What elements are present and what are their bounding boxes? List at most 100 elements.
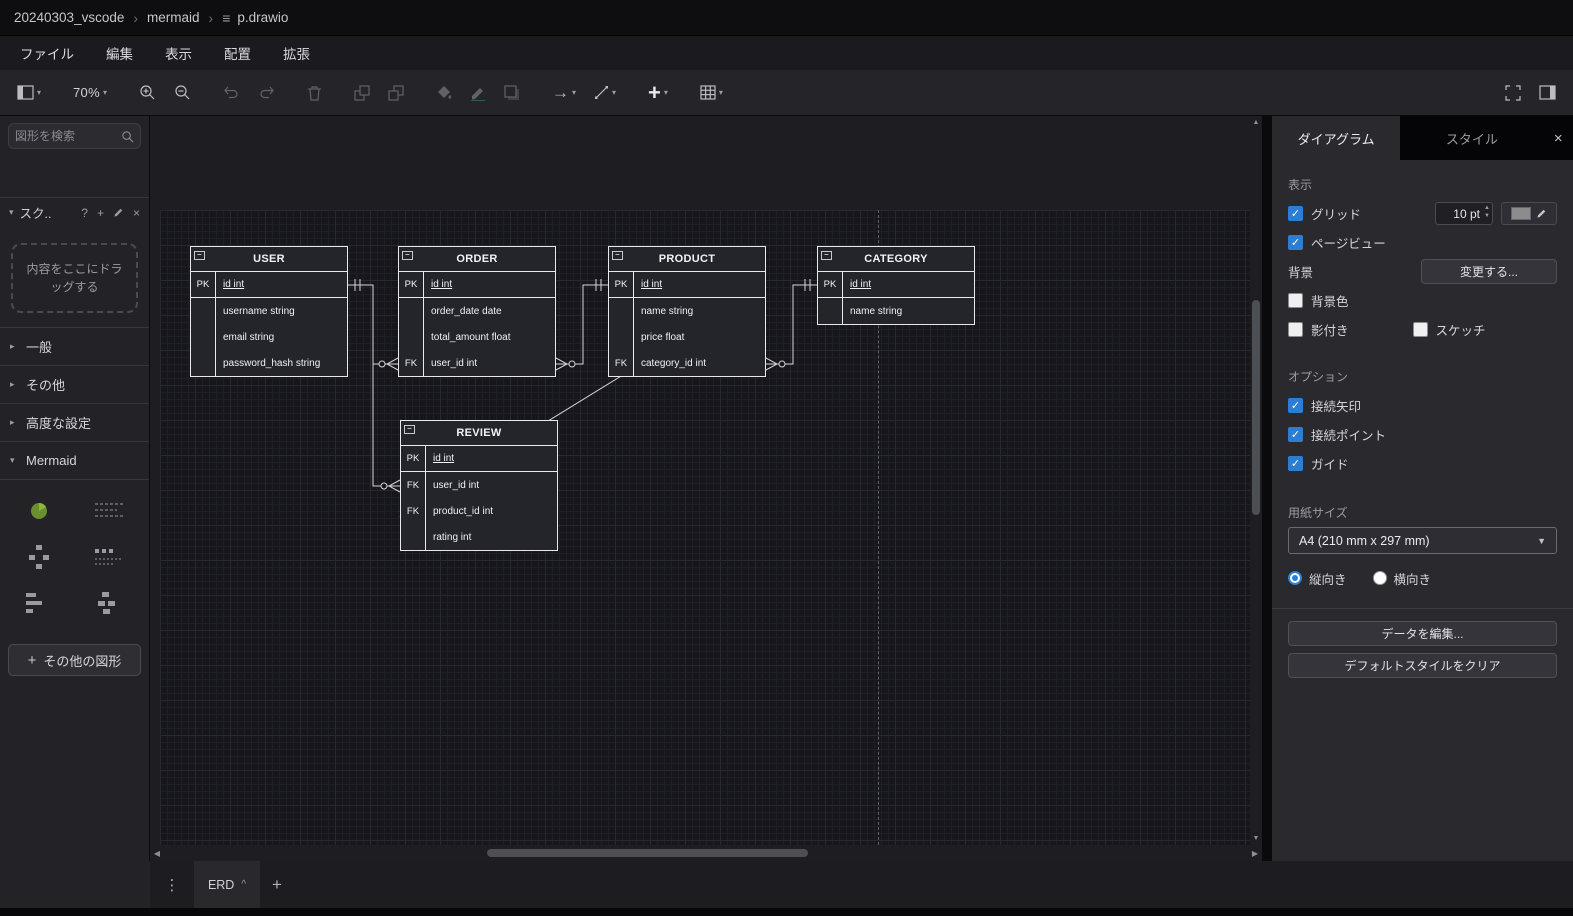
page-view-checkbox[interactable]: ✓ [1288,235,1303,250]
tab-style[interactable]: スタイル [1400,116,1544,160]
vertical-scrollbar[interactable]: ▲ ▼ [1250,116,1262,845]
chevron-down-icon[interactable]: ▾ [9,207,14,218]
scratchpad-close-icon[interactable]: × [133,206,140,220]
change-background-button[interactable]: 変更する... [1421,259,1557,284]
clear-default-style-button[interactable]: デフォルトスタイルをクリア [1288,653,1557,678]
shape-thumb-pie[interactable] [6,490,73,532]
connection-points-checkbox[interactable]: ✓ [1288,427,1303,442]
entity-row[interactable]: FK user_id int [399,350,555,376]
table-button[interactable]: ▾ [695,77,728,109]
spinner-arrows-icon[interactable]: ▲ ▼ [1484,204,1490,221]
collapse-icon[interactable]: − [404,425,415,434]
zoom-level-dropdown[interactable]: 70% ▾ [68,77,112,109]
redo-button[interactable] [253,77,280,109]
section-advanced[interactable]: ▸ 高度な設定 [0,403,149,441]
insert-button[interactable]: + ▾ [643,77,673,109]
close-panel-icon[interactable]: × [1543,116,1573,160]
shape-search-box[interactable] [8,123,141,149]
entity-row[interactable]: PK id int [191,272,347,298]
scroll-up-icon[interactable]: ▲ [1250,119,1262,126]
horizontal-scrollbar[interactable]: ◀ ▶ [150,845,1262,861]
shape-thumb-flowchart[interactable] [6,536,73,578]
add-page-icon[interactable]: + [272,875,282,895]
zoom-out-button[interactable] [169,77,196,109]
landscape-radio[interactable] [1372,571,1387,585]
menu-extras[interactable]: 拡張 [267,36,326,70]
entity-product[interactable]: − PRODUCT PK id int name string price flo… [608,246,766,377]
grid-color-button[interactable] [1501,202,1557,225]
entity-row[interactable]: password_hash string [191,350,347,376]
more-shapes-button[interactable]: + その他の図形 [8,644,141,676]
entity-row[interactable]: FK category_id int [609,350,765,376]
shape-thumb-timeline[interactable] [77,536,144,578]
shape-thumb-class[interactable] [77,582,144,624]
sketch-checkbox[interactable] [1412,322,1428,337]
shadow-button[interactable] [499,77,525,109]
scratchpad-add-icon[interactable]: + [97,206,104,220]
guides-checkbox[interactable]: ✓ [1288,456,1303,471]
grid-checkbox[interactable]: ✓ [1288,206,1303,221]
horizontal-scroll-thumb[interactable] [487,849,808,857]
breadcrumb-subfolder[interactable]: mermaid [147,10,200,25]
diagram-canvas[interactable]: − USER PK id int username string email st… [150,116,1262,845]
breadcrumb-file[interactable]: p.drawio [237,10,288,25]
entity-row[interactable]: name string [818,298,974,324]
entity-row[interactable]: username string [191,298,347,324]
section-mermaid[interactable]: ▾ Mermaid [0,441,149,479]
shape-thumb-gantt[interactable] [77,490,144,532]
edit-data-button[interactable]: データを編集... [1288,621,1557,646]
entity-row[interactable]: email string [191,324,347,350]
toggle-format-panel-button[interactable] [1534,77,1561,109]
entity-row[interactable]: PK id int [399,272,555,298]
entity-row[interactable]: PK id int [818,272,974,298]
entity-user[interactable]: − USER PK id int username string email st… [190,246,348,377]
shape-thumb-state[interactable] [6,582,73,624]
collapse-icon[interactable]: − [402,251,413,260]
line-color-button[interactable] [465,77,491,109]
vertical-scroll-thumb[interactable] [1252,300,1260,515]
entity-row[interactable]: order_date date [399,298,555,324]
menu-arrange[interactable]: 配置 [208,36,267,70]
entity-row[interactable]: FK user_id int [401,472,557,498]
entity-category[interactable]: − CATEGORY PK id int name string [817,246,975,325]
section-general[interactable]: ▸ 一般 [0,327,149,365]
portrait-radio[interactable] [1288,571,1302,585]
delete-button[interactable] [302,77,327,109]
scroll-left-icon[interactable]: ◀ [150,849,164,858]
shape-search-input[interactable] [15,129,121,143]
entity-row[interactable]: FK product_id int [401,498,557,524]
scratchpad-help-icon[interactable]: ? [81,206,88,220]
scratchpad-edit-icon[interactable] [113,207,124,218]
to-back-button[interactable] [383,77,409,109]
scratchpad-dropzone[interactable]: 内容をここにドラッグする [11,243,138,313]
collapse-icon[interactable]: − [612,251,623,260]
entity-row[interactable]: PK id int [401,446,557,472]
collapse-icon[interactable]: − [821,251,832,260]
entity-row[interactable]: total_amount float [399,324,555,350]
entity-row[interactable]: price float [609,324,765,350]
collapse-icon[interactable]: − [194,251,205,260]
entity-row[interactable]: name string [609,298,765,324]
connection-arrows-checkbox[interactable]: ✓ [1288,398,1303,413]
entity-review[interactable]: − REVIEW PK id int FK user_id int FK produc… [400,420,558,551]
page-tab-erd[interactable]: ERD ^ [194,861,260,908]
entity-order[interactable]: − ORDER PK id int order_date date total_a… [398,246,556,377]
paper-size-select[interactable]: A4 (210 mm x 297 mm) ▼ [1288,527,1557,554]
entity-row[interactable]: PK id int [609,272,765,298]
breadcrumb-folder[interactable]: 20240303_vscode [14,10,124,25]
pages-menu-icon[interactable]: ⋮ [150,876,194,894]
section-misc[interactable]: ▸ その他 [0,365,149,403]
connection-arrow-button[interactable]: → ▾ [547,77,581,109]
shadow-checkbox[interactable] [1288,322,1303,337]
menu-file[interactable]: ファイル [4,36,90,70]
menu-edit[interactable]: 編集 [90,36,149,70]
connection-line-button[interactable]: ▾ [589,77,621,109]
tab-diagram[interactable]: ダイアグラム [1272,116,1401,160]
to-front-button[interactable] [349,77,375,109]
grid-size-input[interactable]: 10 pt ▲ ▼ [1435,202,1493,225]
background-color-checkbox[interactable] [1288,293,1303,308]
scroll-right-icon[interactable]: ▶ [1248,849,1262,858]
scroll-down-icon[interactable]: ▼ [1250,835,1262,842]
entity-row[interactable]: rating int [401,524,557,550]
fill-color-button[interactable] [431,77,457,109]
